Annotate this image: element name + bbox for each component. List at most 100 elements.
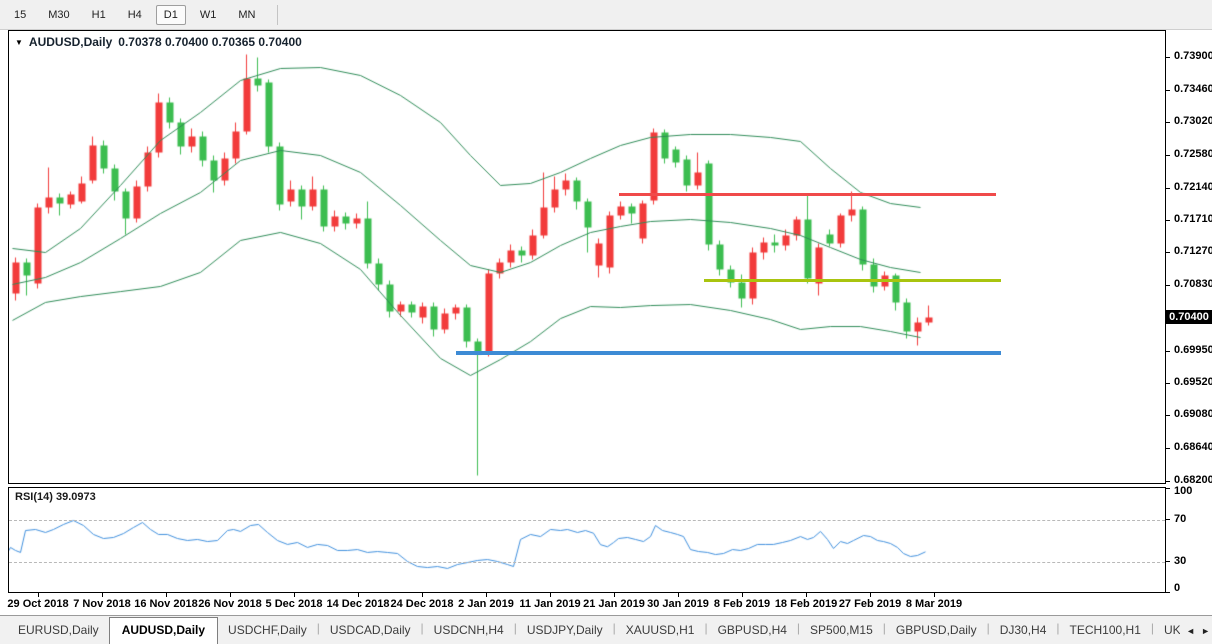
price-axis-tick: [1166, 188, 1170, 189]
timeframe-button-w1[interactable]: W1: [192, 5, 225, 25]
price-axis-tick: [1166, 90, 1170, 91]
rsi-chart[interactable]: [9, 488, 1165, 592]
tab-usdcnh-h4[interactable]: USDCNH,H4: [424, 618, 514, 643]
rsi-level-30: [9, 562, 1165, 563]
timeframe-button-15[interactable]: 15: [6, 5, 34, 25]
rsi-axis-label: 70: [1174, 513, 1186, 525]
tab-usdjpy-daily[interactable]: USDJPY,Daily: [517, 618, 613, 643]
price-axis-label: 0.71710: [1174, 213, 1212, 225]
date-axis-label: 26 Nov 2018: [198, 598, 262, 610]
price-axis-label: 0.68640: [1174, 441, 1212, 453]
price-axis-label: 0.69950: [1174, 344, 1212, 356]
chart-symbol: AUDUSD,Daily: [29, 35, 112, 49]
rsi-axis-label: 30: [1174, 555, 1186, 567]
timeframe-toolbar: 15 M30 H1 H4 D1 W1MN: [0, 0, 1212, 30]
timeframe-buttons: 15 M30 H1 H4 D1 W1MN: [0, 5, 263, 25]
date-axis-label: 7 Nov 2018: [73, 598, 130, 610]
date-axis-label: 21 Jan 2019: [583, 598, 645, 610]
chart-tabs: EURUSD,DailyAUDUSD,DailyUSDCHF,Daily|USD…: [8, 616, 1199, 644]
date-axis-label: 11 Jan 2019: [519, 598, 580, 610]
price-axis-tick: [1166, 448, 1170, 449]
toolbar-separator: [277, 5, 278, 25]
rsi-level-70: [9, 520, 1165, 521]
tab-audusd-daily[interactable]: AUDUSD,Daily: [109, 617, 218, 644]
price-axis-tick: [1166, 481, 1170, 482]
chart-title[interactable]: ▼ AUDUSD,Daily 0.70378 0.70400 0.70365 0…: [15, 35, 302, 49]
date-axis-tick: [358, 593, 359, 597]
date-axis-tick: [166, 593, 167, 597]
rsi-axis[interactable]: 10070300: [1166, 487, 1212, 593]
chart-tabs-bar: EURUSD,DailyAUDUSD,DailyUSDCHF,Daily|USD…: [0, 615, 1212, 644]
timeframe-button-d1[interactable]: D1: [156, 5, 186, 25]
price-axis[interactable]: 0.73900 0.73460 0.73020 0.72580 0.72140 0.717…: [1166, 30, 1212, 484]
price-axis-tick: [1166, 220, 1170, 221]
tab-sp500-m15[interactable]: SP500,M15: [800, 618, 883, 643]
price-axis-label: 0.70830: [1174, 278, 1212, 290]
price-axis-tick: [1166, 57, 1170, 58]
rsi-axis-tick: [1166, 561, 1170, 562]
date-axis-tick: [38, 593, 39, 597]
rsi-axis-tick: [1166, 488, 1170, 489]
date-axis-tick: [486, 593, 487, 597]
date-axis-label: 16 Nov 2018: [134, 598, 198, 610]
tab-gbpusd-daily[interactable]: GBPUSD,Daily: [886, 618, 987, 643]
price-axis-label: 0.72580: [1174, 148, 1212, 160]
symbol-dropdown-icon[interactable]: ▼: [15, 38, 23, 47]
price-axis-tick: [1166, 252, 1170, 253]
tab-dj30-h4[interactable]: DJ30,H4: [990, 618, 1057, 643]
date-axis-label: 14 Dec 2018: [327, 598, 390, 610]
tab-tech100-h1[interactable]: TECH100,H1: [1060, 618, 1151, 643]
date-axis-tick: [550, 593, 551, 597]
tab-scroll-right-icon[interactable]: ►: [1201, 626, 1210, 636]
timeframe-button-mn[interactable]: MN: [230, 5, 263, 25]
tab-usdcad-daily[interactable]: USDCAD,Daily: [320, 618, 421, 643]
mt4-window: 15 M30 H1 H4 D1 W1MN ▼ AUDUSD,Daily 0.70378 0…: [0, 0, 1212, 644]
date-axis[interactable]: 29 Oct 2018 7 Nov 2018 16 Nov 201826 Nov 2…: [0, 593, 1212, 615]
timeframe-button-h4[interactable]: H4: [120, 5, 150, 25]
tab-xauusd-h1[interactable]: XAUUSD,H1: [616, 618, 705, 643]
price-chart-panel[interactable]: ▼ AUDUSD,Daily 0.70378 0.70400 0.70365 0…: [8, 30, 1166, 484]
date-axis-tick: [870, 593, 871, 597]
rsi-panel[interactable]: RSI(14) 39.0973: [8, 487, 1166, 593]
price-axis-tick: [1166, 351, 1170, 352]
price-axis-tick: [1166, 383, 1170, 384]
price-axis-tick: [1166, 285, 1170, 286]
price-axis-tick: [1166, 122, 1170, 123]
date-axis-label: 2 Jan 2019: [458, 598, 514, 610]
date-axis-tick: [742, 593, 743, 597]
date-axis-tick: [102, 593, 103, 597]
date-axis-tick: [422, 593, 423, 597]
date-axis-label: 5 Dec 2018: [266, 598, 323, 610]
rsi-axis-tick: [1166, 519, 1170, 520]
tab-eurusd-daily[interactable]: EURUSD,Daily: [8, 618, 109, 643]
tab-scroll-arrows: ◄ ►: [1180, 616, 1210, 644]
price-axis-label: 0.69080: [1174, 408, 1212, 420]
price-axis-label: 0.73020: [1174, 115, 1212, 127]
candlestick-chart[interactable]: [9, 31, 1165, 483]
price-axis-label: 0.72140: [1174, 181, 1212, 193]
timeframe-button-m30[interactable]: M30: [40, 5, 77, 25]
tab-usdchf-daily[interactable]: USDCHF,Daily: [218, 618, 317, 643]
date-axis-label: 29 Oct 2018: [7, 598, 68, 610]
date-axis-label: 8 Mar 2019: [906, 598, 962, 610]
price-axis-label: 0.73900: [1174, 50, 1212, 62]
price-axis-tick: [1166, 415, 1170, 416]
tab-gbpusd-h4[interactable]: GBPUSD,H4: [708, 618, 797, 643]
price-axis-label: 0.69520: [1174, 376, 1212, 388]
price-axis-tick: [1166, 155, 1170, 156]
date-axis-label: 24 Dec 2018: [391, 598, 454, 610]
rsi-indicator-label: RSI(14) 39.0973: [15, 491, 96, 503]
chart-ohlc-values: 0.70378 0.70400 0.70365 0.70400: [118, 35, 302, 49]
date-axis-tick: [934, 593, 935, 597]
date-axis-label: 27 Feb 2019: [839, 598, 901, 610]
timeframe-button-h1[interactable]: H1: [84, 5, 114, 25]
date-axis-label: 8 Feb 2019: [714, 598, 770, 610]
rsi-axis-label: 100: [1174, 485, 1192, 497]
date-axis-tick: [614, 593, 615, 597]
date-axis-tick: [678, 593, 679, 597]
price-axis-label: 0.73460: [1174, 83, 1212, 95]
date-axis-label: 18 Feb 2019: [775, 598, 837, 610]
tab-scroll-left-icon[interactable]: ◄: [1186, 626, 1195, 636]
date-axis-tick: [806, 593, 807, 597]
date-axis-tick: [294, 593, 295, 597]
